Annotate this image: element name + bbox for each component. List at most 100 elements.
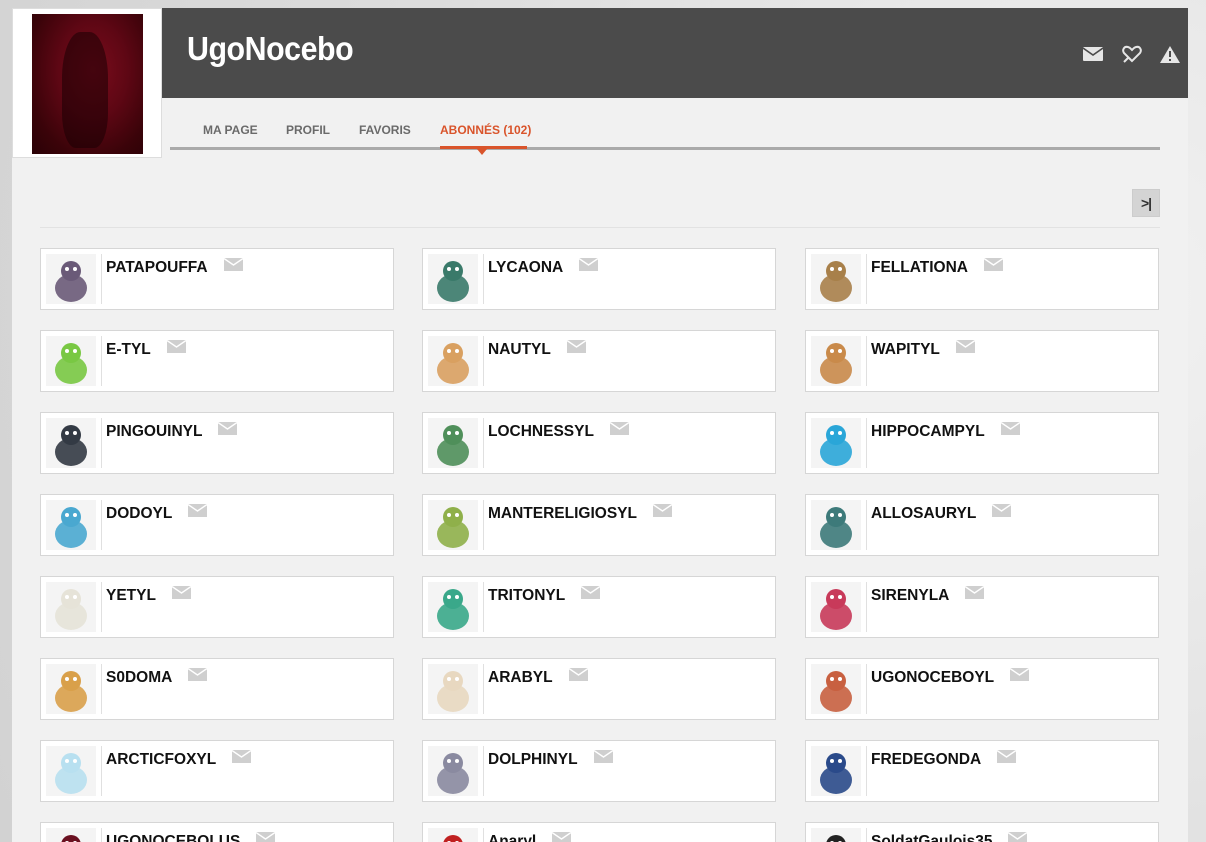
follower-name-label[interactable]: HIPPOCAMPYL bbox=[871, 423, 985, 440]
follower-name-label[interactable]: DODOYL bbox=[106, 505, 172, 522]
follower-name[interactable]: HIPPOCAMPYL bbox=[871, 422, 1021, 441]
follower-name[interactable]: ARCTICFOXYL bbox=[106, 750, 252, 769]
tab-ma-page[interactable]: MA PAGE bbox=[203, 123, 258, 137]
follower-name-label[interactable]: PINGOUINYL bbox=[106, 423, 202, 440]
mail-icon[interactable] bbox=[991, 504, 1012, 518]
follower-name-label[interactable]: FELLATIONA bbox=[871, 259, 968, 276]
follower-name-label[interactable]: YETYL bbox=[106, 587, 156, 604]
follower-name[interactable]: S0DOMA bbox=[106, 668, 208, 687]
follower-avatar[interactable] bbox=[428, 664, 478, 714]
follower-card[interactable]: ARCTICFOXYL bbox=[40, 740, 394, 802]
follower-name-label[interactable]: E-TYL bbox=[106, 341, 151, 358]
mail-icon[interactable] bbox=[1000, 422, 1021, 436]
follower-avatar[interactable] bbox=[811, 418, 861, 468]
mail-icon[interactable] bbox=[964, 586, 985, 600]
follower-card[interactable]: Anaryl bbox=[422, 822, 776, 842]
follower-name[interactable]: FREDEGONDA bbox=[871, 750, 1017, 769]
follower-name[interactable]: TRITONYL bbox=[488, 586, 601, 605]
follower-name[interactable]: PINGOUINYL bbox=[106, 422, 238, 441]
follower-card[interactable]: DOLPHINYL bbox=[422, 740, 776, 802]
follower-name[interactable]: UGONOCEBOYL bbox=[871, 668, 1030, 687]
follower-name-label[interactable]: UGONOCEBOLUS bbox=[106, 833, 240, 842]
follower-avatar[interactable] bbox=[811, 664, 861, 714]
follower-name[interactable]: SoldatGaulois35 bbox=[871, 832, 1028, 842]
follower-name[interactable]: PATAPOUFFA bbox=[106, 258, 244, 277]
mail-icon[interactable] bbox=[1009, 668, 1030, 682]
follower-name[interactable]: SIRENYLA bbox=[871, 586, 985, 605]
follower-card[interactable]: TRITONYL bbox=[422, 576, 776, 638]
mail-icon[interactable] bbox=[187, 504, 208, 518]
follower-avatar[interactable] bbox=[46, 828, 96, 842]
follower-name-label[interactable]: SIRENYLA bbox=[871, 587, 949, 604]
follower-card[interactable]: ARABYL bbox=[422, 658, 776, 720]
follower-name[interactable]: E-TYL bbox=[106, 340, 187, 359]
follower-avatar[interactable] bbox=[428, 336, 478, 386]
mail-icon[interactable] bbox=[593, 750, 613, 764]
mail-icon[interactable] bbox=[255, 832, 276, 842]
follower-card[interactable]: PATAPOUFFA bbox=[40, 248, 394, 310]
follower-name-label[interactable]: SoldatGaulois35 bbox=[871, 833, 992, 842]
follower-card[interactable]: S0DOMA bbox=[40, 658, 394, 720]
follower-name[interactable]: ALLOSAURYL bbox=[871, 504, 1012, 523]
follower-avatar[interactable] bbox=[428, 746, 478, 796]
mail-icon[interactable] bbox=[568, 668, 588, 682]
follower-card[interactable]: SIRENYLA bbox=[805, 576, 1159, 638]
follower-name-label[interactable]: ALLOSAURYL bbox=[871, 505, 976, 522]
follower-card[interactable]: PINGOUINYL bbox=[40, 412, 394, 474]
follower-avatar[interactable] bbox=[46, 254, 96, 304]
follower-avatar[interactable] bbox=[428, 418, 478, 468]
mail-icon[interactable] bbox=[223, 258, 244, 272]
mail-icon[interactable] bbox=[1082, 46, 1104, 66]
mail-icon[interactable] bbox=[187, 668, 208, 682]
mail-icon[interactable] bbox=[580, 586, 601, 600]
follower-name-label[interactable]: TRITONYL bbox=[488, 587, 565, 604]
follower-name-label[interactable]: WAPITYL bbox=[871, 341, 940, 358]
follower-card[interactable]: FREDEGONDA bbox=[805, 740, 1159, 802]
mail-icon[interactable] bbox=[652, 504, 673, 518]
follower-name[interactable]: LOCHNESSYL bbox=[488, 422, 630, 441]
follower-card[interactable]: LOCHNESSYL bbox=[422, 412, 776, 474]
follower-avatar[interactable] bbox=[46, 664, 96, 714]
follower-name[interactable]: LYCAONA bbox=[488, 258, 599, 277]
follower-name[interactable]: ARABYL bbox=[488, 668, 588, 687]
follower-name-label[interactable]: DOLPHINYL bbox=[488, 751, 578, 768]
last-page-button[interactable]: >| bbox=[1132, 189, 1160, 217]
follower-name[interactable]: Anaryl bbox=[488, 832, 572, 842]
follower-name[interactable]: YETYL bbox=[106, 586, 192, 605]
follower-name[interactable]: DODOYL bbox=[106, 504, 208, 523]
follower-name[interactable]: UGONOCEBOLUS bbox=[106, 832, 276, 842]
follower-avatar[interactable] bbox=[811, 500, 861, 550]
follower-name-label[interactable]: LOCHNESSYL bbox=[488, 423, 594, 440]
follower-card[interactable]: UGONOCEBOLUS bbox=[40, 822, 394, 842]
follower-card[interactable]: UGONOCEBOYL bbox=[805, 658, 1159, 720]
tab-profil[interactable]: PROFIL bbox=[286, 123, 330, 137]
tab-abonnes[interactable]: ABONNÉS (102) bbox=[440, 123, 531, 137]
follower-name[interactable]: DOLPHINYL bbox=[488, 750, 613, 769]
follower-name-label[interactable]: LYCAONA bbox=[488, 259, 563, 276]
mail-icon[interactable] bbox=[166, 340, 187, 354]
follower-avatar[interactable] bbox=[428, 582, 478, 632]
mail-icon[interactable] bbox=[996, 750, 1017, 764]
follower-name-label[interactable]: MANTERELIGIOSYL bbox=[488, 505, 637, 522]
follower-card[interactable]: NAUTYL bbox=[422, 330, 776, 392]
follower-card[interactable]: DODOYL bbox=[40, 494, 394, 556]
follower-avatar[interactable] bbox=[428, 500, 478, 550]
profile-avatar[interactable] bbox=[12, 8, 162, 158]
follower-avatar[interactable] bbox=[811, 828, 861, 842]
follower-name[interactable]: WAPITYL bbox=[871, 340, 976, 359]
follower-avatar[interactable] bbox=[811, 254, 861, 304]
follower-avatar[interactable] bbox=[811, 746, 861, 796]
follower-card[interactable]: LYCAONA bbox=[422, 248, 776, 310]
mail-icon[interactable] bbox=[955, 340, 976, 354]
follower-name-label[interactable]: PATAPOUFFA bbox=[106, 259, 208, 276]
follower-card[interactable]: HIPPOCAMPYL bbox=[805, 412, 1159, 474]
follower-name[interactable]: MANTERELIGIOSYL bbox=[488, 504, 673, 523]
follower-name[interactable]: FELLATIONA bbox=[871, 258, 1004, 277]
follower-card[interactable]: YETYL bbox=[40, 576, 394, 638]
follower-avatar[interactable] bbox=[428, 254, 478, 304]
follower-card[interactable]: WAPITYL bbox=[805, 330, 1159, 392]
follower-name-label[interactable]: S0DOMA bbox=[106, 669, 172, 686]
mail-icon[interactable] bbox=[171, 586, 192, 600]
follower-avatar[interactable] bbox=[46, 418, 96, 468]
mail-icon[interactable] bbox=[609, 422, 630, 436]
